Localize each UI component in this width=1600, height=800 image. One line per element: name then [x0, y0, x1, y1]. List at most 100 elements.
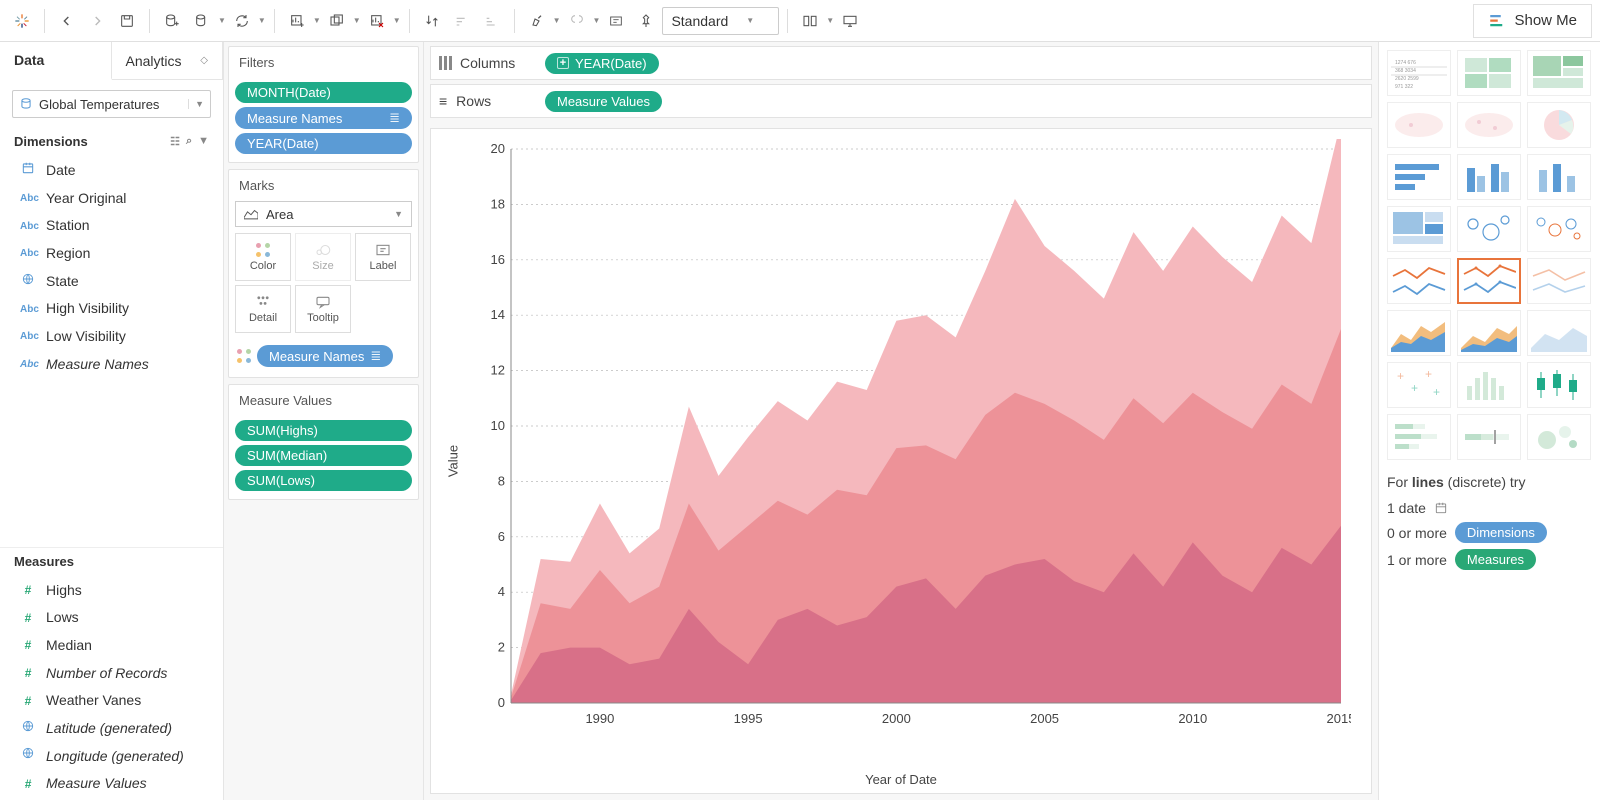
marks-title: Marks — [229, 170, 418, 201]
measure-latitude (generated)[interactable]: Latitude (generated) — [0, 715, 223, 743]
fields-menu-icon[interactable]: ▼ — [198, 135, 209, 148]
pin-icon[interactable] — [632, 7, 660, 35]
undo-icon[interactable] — [53, 7, 81, 35]
measure-longitude (generated)[interactable]: Longitude (generated) — [0, 743, 223, 771]
svg-text:1990: 1990 — [585, 711, 614, 726]
presentation-icon[interactable] — [836, 7, 864, 35]
mark-size[interactable]: Size — [295, 233, 351, 281]
showme-chart-18[interactable]: ++++ — [1387, 362, 1451, 408]
measure-lows[interactable]: #Lows — [0, 604, 223, 632]
tab-data[interactable]: Data — [0, 42, 112, 80]
showme-chart-22[interactable] — [1457, 414, 1521, 460]
showme-chart-10[interactable] — [1457, 206, 1521, 252]
filter-pill[interactable]: Measure Names≣ — [235, 107, 412, 129]
measure-value-pill[interactable]: SUM(Median) — [235, 445, 412, 466]
showme-chart-21[interactable] — [1387, 414, 1451, 460]
svg-text:+: + — [1433, 385, 1440, 399]
datasource-select[interactable]: Global Temperatures ▼ — [12, 90, 211, 118]
tab-analytics[interactable]: Analytics◇ — [112, 42, 224, 79]
tableau-logo-icon[interactable] — [8, 7, 36, 35]
showme-chart-13[interactable] — [1457, 258, 1521, 304]
dimension-year original[interactable]: AbcYear Original — [0, 185, 223, 213]
showme-chart-15[interactable] — [1387, 310, 1451, 356]
showme-chart-11[interactable] — [1527, 206, 1591, 252]
new-datasource-button[interactable] — [158, 7, 186, 35]
color-pill[interactable]: Measure Names≣ — [257, 345, 393, 367]
duplicate-button[interactable]: ▼ — [323, 7, 361, 35]
clear-button[interactable]: ▼ — [363, 7, 401, 35]
measure-number of records[interactable]: #Number of Records — [0, 660, 223, 688]
dimension-region[interactable]: AbcRegion — [0, 240, 223, 268]
filter-pill[interactable]: MONTH(Date) — [235, 82, 412, 103]
save-icon[interactable] — [113, 7, 141, 35]
measure-measure values[interactable]: #Measure Values — [0, 770, 223, 798]
showme-chart-2[interactable] — [1527, 50, 1591, 96]
columns-shelf[interactable]: Columns +YEAR(Date) — [430, 46, 1372, 80]
showme-req-meas: 1 or moreMeasures — [1387, 549, 1592, 570]
highlight-button[interactable]: ▼ — [523, 7, 561, 35]
svg-text:14: 14 — [491, 307, 505, 322]
color-legend-icon — [237, 349, 251, 363]
mark-label[interactable]: Label — [355, 233, 411, 281]
data-pane: Data Analytics◇ Global Temperatures ▼ Di… — [0, 42, 224, 800]
show-me-button[interactable]: Show Me — [1473, 4, 1592, 38]
showme-chart-16[interactable] — [1457, 310, 1521, 356]
sort-desc-icon[interactable] — [478, 7, 506, 35]
measure-highs[interactable]: #Highs — [0, 577, 223, 605]
showme-chart-12[interactable] — [1387, 258, 1451, 304]
svg-text:18: 18 — [491, 196, 505, 211]
showme-req-dims: 0 or moreDimensions — [1387, 522, 1592, 543]
dimensions-header: Dimensions ☷⌕▼ — [0, 128, 223, 155]
showme-chart-5[interactable] — [1527, 102, 1591, 148]
measure-weather vanes[interactable]: #Weather Vanes — [0, 687, 223, 715]
pause-updates-button[interactable]: ▼ — [188, 7, 226, 35]
measure-value-pill[interactable]: SUM(Highs) — [235, 420, 412, 441]
group-button[interactable]: ▼ — [563, 7, 601, 35]
measure-values-title: Measure Values — [229, 385, 418, 416]
mark-color[interactable]: Color — [235, 233, 291, 281]
mark-type-select[interactable]: Area▼ — [235, 201, 412, 227]
refresh-button[interactable]: ▼ — [228, 7, 266, 35]
view-fields-icon[interactable]: ☷ — [170, 135, 180, 148]
showme-chart-19[interactable] — [1457, 362, 1521, 408]
svg-text:4: 4 — [498, 584, 505, 599]
svg-text:2620 2599: 2620 2599 — [1395, 76, 1419, 82]
showme-chart-14[interactable] — [1527, 258, 1591, 304]
dimension-station[interactable]: AbcStation — [0, 212, 223, 240]
showme-req-date: 1 date — [1387, 500, 1592, 516]
showme-chart-8[interactable] — [1527, 154, 1591, 200]
showme-chart-17[interactable] — [1527, 310, 1591, 356]
showme-chart-1[interactable] — [1457, 50, 1521, 96]
dimension-low visibility[interactable]: AbcLow Visibility — [0, 323, 223, 351]
redo-icon[interactable] — [83, 7, 111, 35]
mark-tooltip[interactable]: Tooltip — [295, 285, 351, 333]
showme-chart-9[interactable] — [1387, 206, 1451, 252]
labels-icon[interactable] — [602, 7, 630, 35]
rows-pill[interactable]: Measure Values — [545, 91, 662, 112]
fit-dropdown[interactable]: Standard▼ — [662, 7, 779, 35]
swap-button[interactable] — [418, 7, 446, 35]
showme-chart-3[interactable] — [1387, 102, 1451, 148]
showme-chart-7[interactable] — [1457, 154, 1521, 200]
showme-chart-23[interactable] — [1527, 414, 1591, 460]
svg-text:8: 8 — [498, 473, 505, 488]
showme-chart-0[interactable]: 1274 676368 30342620 2599971 322 — [1387, 50, 1451, 96]
rows-shelf[interactable]: ≡Rows Measure Values — [430, 84, 1372, 118]
measure-value-pill[interactable]: SUM(Lows) — [235, 470, 412, 491]
sort-asc-icon[interactable] — [448, 7, 476, 35]
measure-median[interactable]: #Median — [0, 632, 223, 660]
showme-chart-6[interactable] — [1387, 154, 1451, 200]
dimension-measure names[interactable]: AbcMeasure Names — [0, 351, 223, 379]
new-worksheet-button[interactable]: ▼ — [283, 7, 321, 35]
columns-pill[interactable]: +YEAR(Date) — [545, 53, 659, 74]
dimension-date[interactable]: Date — [0, 157, 223, 185]
show-cards-button[interactable]: ▼ — [796, 7, 834, 35]
search-fields-icon[interactable]: ⌕ — [186, 135, 192, 148]
dimension-high visibility[interactable]: AbcHigh Visibility — [0, 295, 223, 323]
mark-detail[interactable]: Detail — [235, 285, 291, 333]
showme-chart-20[interactable] — [1527, 362, 1591, 408]
filter-pill[interactable]: YEAR(Date) — [235, 133, 412, 154]
chart-area[interactable]: Value Year of Date 024681012141618201990… — [430, 128, 1372, 794]
dimension-state[interactable]: State — [0, 268, 223, 296]
showme-chart-4[interactable] — [1457, 102, 1521, 148]
